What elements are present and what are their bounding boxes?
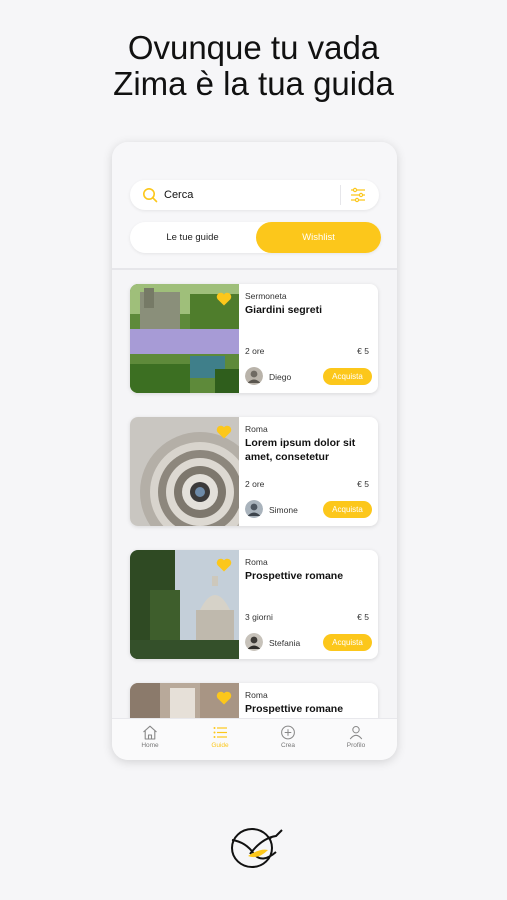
heart-icon[interactable] — [216, 691, 232, 705]
guide-card[interactable]: Sermoneta Giardini segreti 2 ore € 5 Die… — [130, 284, 378, 393]
card-duration: 2 ore — [245, 346, 265, 356]
card-body: Roma Lorem ipsum dolor sit amet, consete… — [245, 417, 378, 526]
search-divider — [340, 185, 341, 205]
heart-icon[interactable] — [216, 558, 232, 572]
heart-icon[interactable] — [216, 292, 232, 306]
card-city: Roma — [245, 424, 268, 434]
card-duration: 2 ore — [245, 479, 265, 489]
list-icon — [213, 727, 227, 738]
guide-card[interactable]: Roma Prospettive romane 3 giorni € 5 Ste… — [130, 550, 378, 659]
search-input[interactable]: Cerca — [164, 189, 340, 201]
card-author: Simone — [269, 505, 298, 515]
card-price: € 5 — [357, 479, 369, 489]
search-bar[interactable]: Cerca — [130, 180, 379, 210]
card-author: Stefania — [269, 638, 301, 648]
card-price: € 5 — [357, 346, 369, 356]
home-icon — [143, 725, 157, 740]
guide-card[interactable]: Roma Lorem ipsum dolor sit amet, consete… — [130, 417, 378, 526]
headline-line-2: Zima è la tua guida — [113, 65, 394, 102]
phone-screen: Cerca Le tue guide Wishlist Sermoneta Gi… — [112, 142, 397, 760]
tab-guide-label: Guide — [211, 742, 229, 749]
card-city: Roma — [245, 557, 268, 567]
segment-control: Le tue guide Wishlist — [130, 222, 381, 253]
search-icon — [142, 187, 158, 203]
card-body: Roma Prospettive romane 3 giorni € 5 Ste… — [245, 550, 378, 659]
avatar — [245, 633, 263, 651]
tab-le-tue-guide[interactable]: Le tue guide — [130, 222, 255, 253]
tab-profilo-label: Profilo — [346, 742, 366, 749]
tab-wishlist[interactable]: Wishlist — [256, 222, 381, 253]
card-body: Sermoneta Giardini segreti 2 ore € 5 Die… — [245, 284, 378, 393]
tab-guide[interactable]: Guide — [190, 725, 250, 749]
card-title: Prospettive romane — [245, 703, 344, 715]
buy-button[interactable]: Acquista — [323, 501, 372, 518]
bottom-tab-bar: Home Guide Crea Profilo — [112, 718, 397, 760]
user-icon — [349, 725, 363, 740]
filter-icon[interactable] — [349, 186, 367, 204]
card-duration: 3 giorni — [245, 612, 273, 622]
card-city: Sermoneta — [245, 291, 287, 301]
tab-crea[interactable]: Crea — [258, 725, 318, 749]
buy-button[interactable]: Acquista — [323, 368, 372, 385]
hummingbird-logo-icon — [231, 828, 283, 868]
heart-icon[interactable] — [216, 425, 232, 439]
tab-home[interactable]: Home — [120, 725, 180, 749]
tab-crea-label: Crea — [280, 742, 296, 749]
headline: Ovunque tu vada Zima è la tua guida — [0, 30, 507, 102]
avatar — [245, 367, 263, 385]
buy-button[interactable]: Acquista — [323, 634, 372, 651]
card-author: Diego — [269, 372, 292, 382]
card-title: Prospettive romane — [245, 570, 344, 582]
tab-home-label: Home — [141, 742, 159, 749]
headline-line-1: Ovunque tu vada — [127, 29, 380, 66]
card-city: Roma — [245, 690, 268, 700]
card-title: Lorem ipsum dolor sit amet, consetetur — [245, 437, 356, 463]
card-title: Giardini segreti — [245, 304, 323, 316]
plus-circle-icon — [281, 725, 295, 740]
header-area: Cerca Le tue guide Wishlist — [112, 142, 397, 270]
avatar — [245, 500, 263, 518]
tab-profilo[interactable]: Profilo — [326, 725, 386, 749]
card-price: € 5 — [357, 612, 369, 622]
